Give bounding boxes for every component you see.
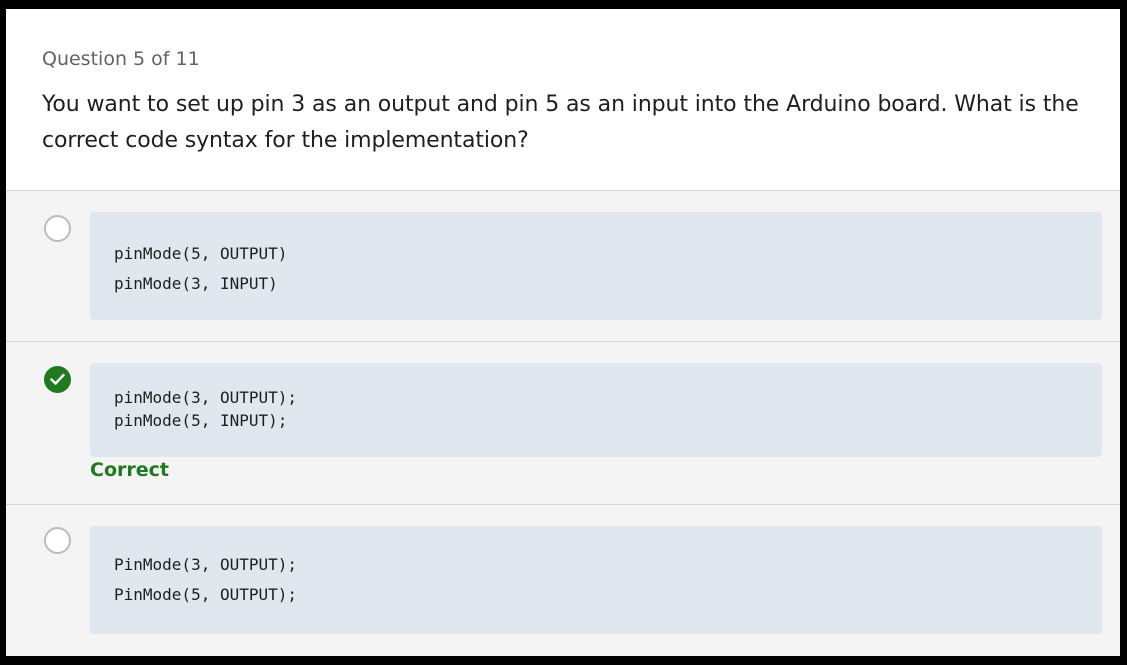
code-line: pinMode(3, OUTPUT); <box>114 388 298 407</box>
quiz-card: Question 5 of 11 You want to set up pin … <box>6 9 1120 656</box>
question-counter: Question 5 of 11 <box>42 48 200 70</box>
code-line: pinMode(5, OUTPUT) <box>114 244 288 263</box>
feedback-correct: Correct <box>90 459 169 481</box>
code-line: PinMode(3, OUTPUT); <box>114 555 298 574</box>
code-block: pinMode(5, OUTPUT) pinMode(3, INPUT) <box>90 212 1102 320</box>
radio-button-checked[interactable] <box>44 366 71 393</box>
code-block: PinMode(3, OUTPUT); PinMode(5, OUTPUT); <box>90 526 1102 634</box>
answer-option-3[interactable]: PinMode(3, OUTPUT); PinMode(5, OUTPUT); <box>6 505 1120 656</box>
code-block: pinMode(3, OUTPUT); pinMode(5, INPUT); <box>90 363 1102 457</box>
code-line: PinMode(5, OUTPUT); <box>114 585 298 604</box>
code-line: pinMode(5, INPUT); <box>114 411 288 430</box>
checkmark-icon <box>50 373 65 385</box>
question-header: Question 5 of 11 You want to set up pin … <box>6 9 1120 191</box>
answer-option-1[interactable]: pinMode(5, OUTPUT) pinMode(3, INPUT) <box>6 191 1120 342</box>
code-line: pinMode(3, INPUT) <box>114 274 278 293</box>
radio-button[interactable] <box>44 215 71 242</box>
radio-button[interactable] <box>44 527 71 554</box>
question-text: You want to set up pin 3 as an output an… <box>42 92 1079 153</box>
answer-option-2[interactable]: pinMode(3, OUTPUT); pinMode(5, INPUT); C… <box>6 342 1120 505</box>
